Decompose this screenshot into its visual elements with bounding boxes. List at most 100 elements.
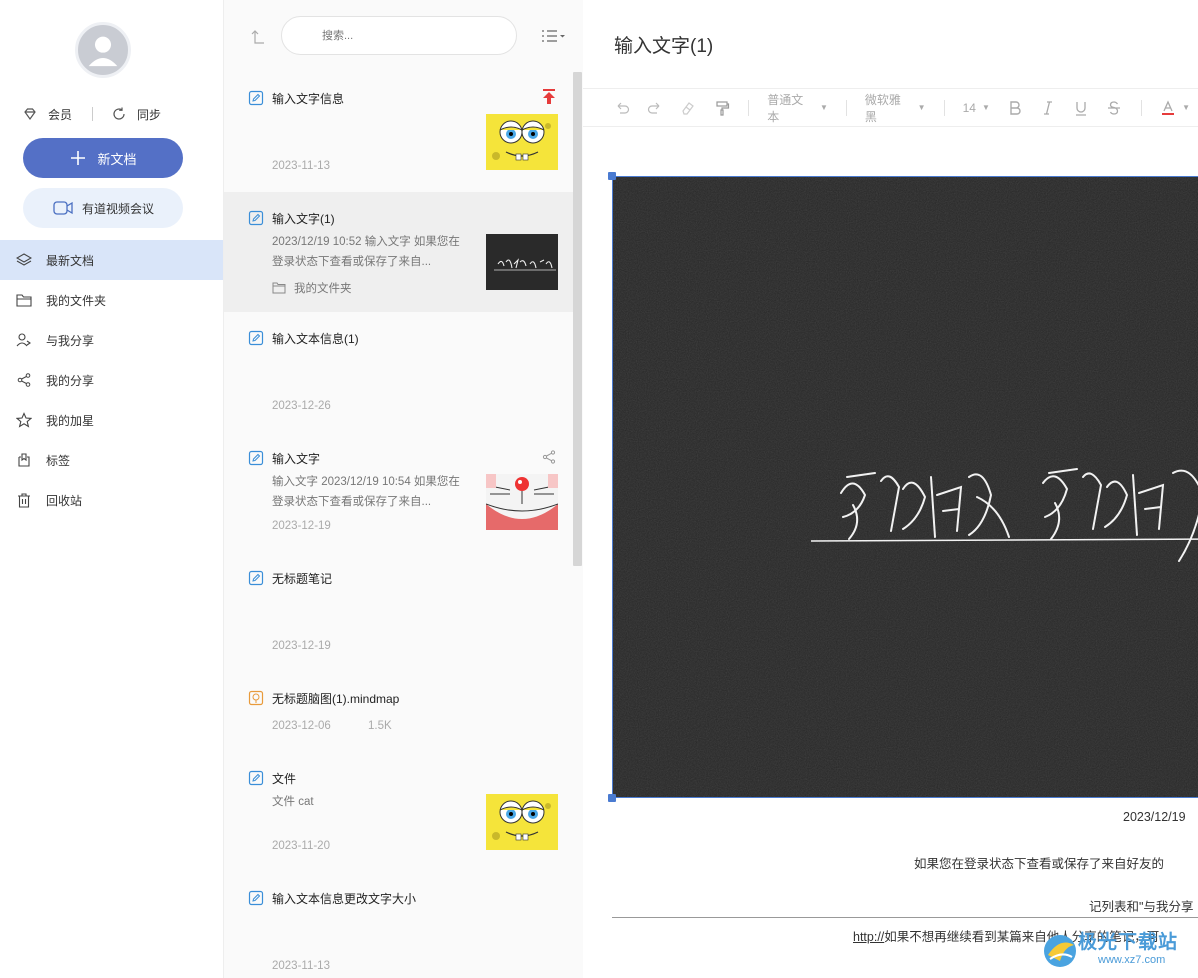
- doc-date: 2023-11-13: [272, 960, 330, 972]
- list-scrollbar[interactable]: [573, 72, 582, 566]
- sync-button[interactable]: 同步: [111, 106, 161, 123]
- tag-icon: [18, 453, 30, 467]
- avatar[interactable]: [75, 22, 131, 78]
- sidebar-item-label: 标签: [46, 453, 71, 468]
- doc-title: 输入文字: [272, 452, 321, 466]
- plus-icon: [71, 151, 86, 165]
- calligraphy-thumbnail: [486, 234, 558, 290]
- font-size-value: 14: [962, 100, 976, 115]
- doc-title: 输入文本信息(1): [272, 332, 359, 346]
- underline-button[interactable]: [1064, 93, 1097, 123]
- undo-button[interactable]: [605, 93, 638, 123]
- font-size-select[interactable]: 14 ▼: [955, 101, 998, 115]
- document-list-panel: 输入文字信息 2023-11-13 输入文字(1) 2023/12/19 10:…: [224, 0, 583, 978]
- sidebar-item-my-folders[interactable]: 我的文件夹: [0, 280, 223, 320]
- redo-button[interactable]: [638, 93, 671, 123]
- document-title[interactable]: 输入文字(1): [614, 31, 713, 58]
- font-color-select[interactable]: ▼: [1152, 99, 1198, 116]
- bold-icon: [1009, 100, 1021, 115]
- paragraph-style-select[interactable]: 普通文本 ▼: [759, 91, 836, 125]
- doc-title: 输入文字(1): [272, 212, 335, 226]
- eraser-icon: [682, 101, 695, 115]
- doc-date: 2023-12-26: [272, 400, 331, 412]
- member-sync-row: 会员 同步: [22, 103, 192, 125]
- sync-icon: [113, 107, 125, 120]
- users-icon: [16, 333, 31, 347]
- doc-title: 无标题笔记: [272, 572, 333, 586]
- layers-icon: [16, 253, 32, 266]
- new-document-label: 新文档: [97, 151, 137, 167]
- pin-top-icon[interactable]: [540, 88, 558, 106]
- strikethrough-button[interactable]: [1098, 93, 1131, 123]
- format-painter-button[interactable]: [705, 93, 738, 123]
- sidebar-item-trash[interactable]: 回收站: [0, 480, 223, 520]
- doc-folder-label: 我的文件夹: [294, 283, 352, 295]
- doc-title: 输入文本信息更改文字大小: [272, 892, 417, 906]
- mindmap-icon: [248, 690, 264, 706]
- search-input[interactable]: [281, 16, 517, 55]
- sidebar-item-latest[interactable]: 最新文档: [0, 240, 223, 280]
- list-item[interactable]: 无标题笔记 2023-12-19: [224, 552, 574, 672]
- new-document-button[interactable]: 新文档: [23, 138, 183, 178]
- share-icon[interactable]: [542, 450, 556, 464]
- doc-date: 2023-11-20: [272, 840, 330, 852]
- sidebar-item-shared-with-me[interactable]: 与我分享: [0, 320, 223, 360]
- list-item[interactable]: 无标题脑图(1).mindmap 2023-12-06 1.5K: [224, 672, 574, 752]
- toolbar-divider: [845, 99, 847, 116]
- list-item[interactable]: 输入文字 输入文字 2023/12/19 10:54 如果您在登录状态下查看或保…: [224, 432, 574, 552]
- trash-icon: [18, 493, 30, 508]
- sidebar-item-my-shares[interactable]: 我的分享: [0, 360, 223, 400]
- sidebar-item-label: 我的加星: [46, 413, 95, 428]
- sidebar-item-label: 我的文件夹: [46, 293, 107, 308]
- undo-icon: [617, 102, 629, 114]
- back-up-icon[interactable]: [248, 28, 266, 46]
- list-item[interactable]: 输入文字信息 2023-11-13: [224, 72, 574, 192]
- doc-date: 2023-12-06: [272, 720, 331, 732]
- sidebar-item-tags[interactable]: 标签: [0, 440, 223, 480]
- list-item[interactable]: 输入文本信息(1) 2023-12-26: [224, 312, 574, 432]
- doc-date: 2023-12-19: [272, 520, 331, 532]
- list-item[interactable]: 输入文本信息更改文字大小 2023-11-13: [224, 872, 574, 978]
- note-icon: [248, 210, 264, 226]
- paragraph-style-value: 普通文本: [767, 92, 804, 124]
- resize-handle-bottom-left[interactable]: [608, 794, 616, 802]
- format-painter-icon: [715, 100, 729, 116]
- redo-icon: [647, 102, 660, 114]
- resize-handle-top-left[interactable]: [608, 172, 616, 180]
- doc-snippet: 文件 cat: [272, 796, 314, 808]
- sync-label: 同步: [137, 107, 162, 122]
- selected-image[interactable]: [612, 176, 1198, 798]
- bold-button[interactable]: [998, 93, 1031, 123]
- italic-button[interactable]: [1031, 93, 1064, 123]
- body-link[interactable]: http://: [853, 930, 884, 944]
- doc-snippet: 2023/12/19 10:52 输入文字 如果您在登录状态下查看或保存了来自.…: [272, 236, 460, 268]
- doc-date: 2023-11-13: [272, 160, 330, 172]
- sidebar-item-starred[interactable]: 我的加星: [0, 400, 223, 440]
- view-mode-icon[interactable]: [540, 27, 566, 45]
- eraser-button[interactable]: [672, 93, 705, 123]
- strikethrough-icon: [1108, 100, 1121, 115]
- member-button[interactable]: 会员: [22, 106, 72, 123]
- list-item-selected[interactable]: 输入文字(1) 2023/12/19 10:52 输入文字 如果您在登录状态下查…: [224, 192, 574, 312]
- note-icon: [248, 90, 264, 106]
- note-icon: [248, 890, 264, 906]
- doc-title: 无标题脑图(1).mindmap: [272, 692, 400, 706]
- toolbar-divider: [1141, 99, 1143, 116]
- list-item[interactable]: 文件 文件 cat 2023-11-20: [224, 752, 574, 872]
- font-family-select[interactable]: 微软雅黑 ▼: [857, 91, 934, 125]
- divider: [92, 107, 94, 121]
- doc-title: 文件: [272, 772, 297, 786]
- sidebar: 会员 同步 新文档 有道视频会议 最新文档 我的文件夹 与我分享 我的分享 我的…: [0, 0, 224, 978]
- chevron-down-icon: ▼: [820, 103, 828, 112]
- share-icon: [17, 373, 31, 387]
- app-window: 会员 同步 新文档 有道视频会议 最新文档 我的文件夹 与我分享 我的分享 我的…: [0, 0, 1198, 978]
- watermark-url: www.xz7.com: [1098, 954, 1166, 966]
- editor-pane: 输入文字(1) 普通文本 ▼ 微软雅黑 ▼ 14 ▼ ▼ 2023/12/19 …: [583, 0, 1198, 978]
- horizontal-rule: [612, 917, 1198, 918]
- site-watermark: 极光下载站 www.xz7.com: [1040, 925, 1198, 977]
- watermark-logo-icon: [1044, 935, 1076, 967]
- video-meeting-button[interactable]: 有道视频会议: [23, 188, 183, 228]
- toolbar-divider: [748, 99, 750, 116]
- note-icon: [248, 450, 264, 466]
- sidebar-item-label: 与我分享: [46, 333, 95, 348]
